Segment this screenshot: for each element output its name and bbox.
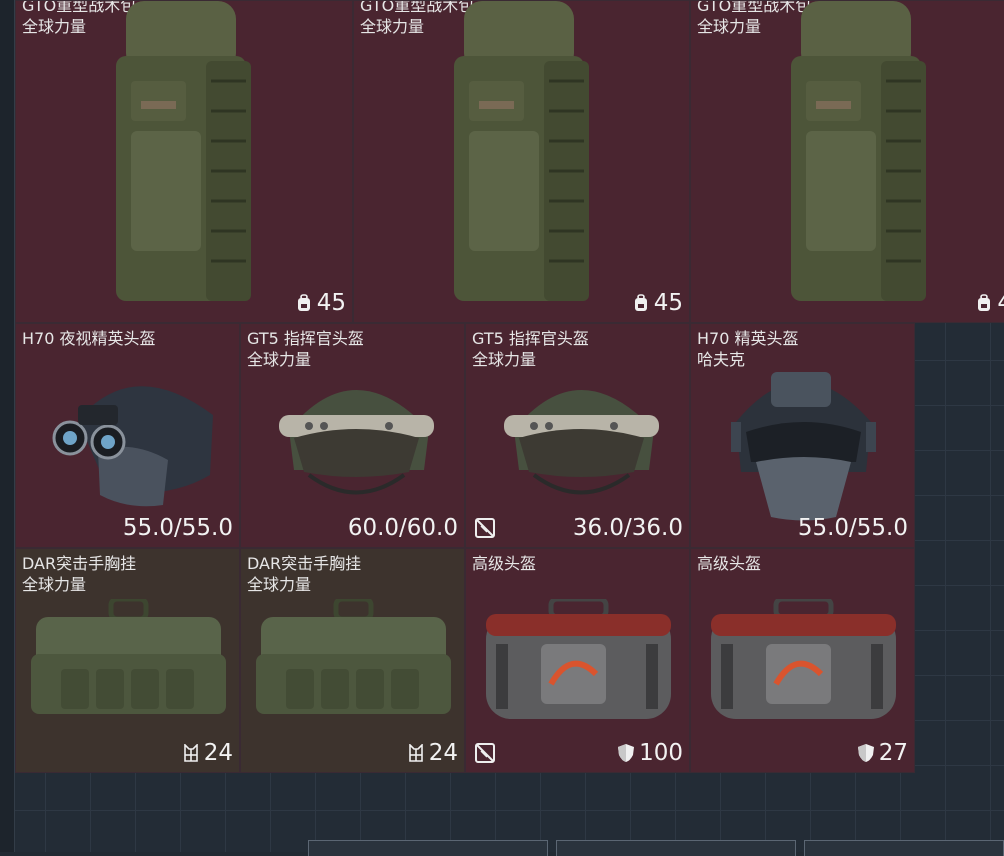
bottom-tab-3[interactable] <box>804 840 1004 856</box>
backpack-image <box>454 1 589 301</box>
inventory-item-helmet-h70-nv[interactable]: H70 夜视精英头盔 55.0/55.0 <box>15 323 240 548</box>
helmet-image <box>279 390 434 495</box>
item-name: DAR突击手胸挂 全球力量 <box>247 554 362 594</box>
backpack-icon <box>975 293 993 313</box>
item-name: 高级头盔 <box>697 554 762 573</box>
inventory-item-helmet-gt5-2[interactable]: GT5 指挥官头盔 全球力量 36.0/36.0 <box>465 323 690 548</box>
durability-stat: 36.0/36.0 <box>572 515 683 541</box>
backpack-image <box>116 1 251 301</box>
broken-durability-icon <box>475 743 495 763</box>
capacity-stat: 24 <box>407 740 458 766</box>
armor-image <box>486 599 671 719</box>
inventory-item-backpack-3[interactable]: GTO重型战术包全球力量 4 <box>690 0 1004 323</box>
chest-rig-icon <box>182 743 200 763</box>
helmet-image <box>504 390 659 495</box>
inventory-item-backpack-1[interactable]: GTO重型战术包 全球力量 45 <box>15 0 353 323</box>
backpack-icon <box>295 293 313 313</box>
inventory-item-armor-2[interactable]: 高级头盔 27 <box>690 548 915 773</box>
bottom-tab-1[interactable] <box>308 840 548 856</box>
helmet-image <box>52 386 213 507</box>
capacity-stat: 24 <box>182 740 233 766</box>
armor-shield-icon <box>857 743 875 763</box>
durability-stat: 60.0/60.0 <box>347 515 458 541</box>
capacity-stat: 4 <box>975 290 1004 316</box>
armor-stat: 27 <box>857 740 908 766</box>
item-name: 高级头盔 <box>472 554 537 573</box>
chest-rig-image <box>31 599 226 714</box>
inventory-item-helmet-h70[interactable]: H70 精英头盔 哈夫克 55.0/55.0 <box>690 323 915 548</box>
inventory-item-chest-rig-1[interactable]: DAR突击手胸挂 全球力量 24 <box>15 548 240 773</box>
item-name: H70 夜视精英头盔 <box>22 329 156 348</box>
inventory-item-chest-rig-2[interactable]: DAR突击手胸挂 全球力量 24 <box>240 548 465 773</box>
backpack-image <box>791 1 926 301</box>
inventory-item-helmet-gt5-1[interactable]: GT5 指挥官头盔 全球力量 60.0/60.0 <box>240 323 465 548</box>
durability-stat: 55.0/55.0 <box>122 515 233 541</box>
capacity-stat: 45 <box>295 290 346 316</box>
chest-rig-image <box>256 599 451 714</box>
chest-rig-icon <box>407 743 425 763</box>
armor-stat: 100 <box>617 740 683 766</box>
broken-durability-icon <box>475 518 495 538</box>
armor-image <box>711 599 896 719</box>
helmet-image <box>731 372 876 521</box>
armor-shield-icon <box>617 743 635 763</box>
backpack-icon <box>632 293 650 313</box>
capacity-stat: 45 <box>632 290 683 316</box>
bottom-tab-2[interactable] <box>556 840 796 856</box>
item-name: DAR突击手胸挂 全球力量 <box>22 554 137 594</box>
left-edge-panel <box>0 0 15 852</box>
durability-stat: 55.0/55.0 <box>797 515 908 541</box>
inventory-item-armor-1[interactable]: 高级头盔 100 <box>465 548 690 773</box>
inventory-item-backpack-2[interactable]: GTO重型战术包 全球力量 45 <box>353 0 690 323</box>
